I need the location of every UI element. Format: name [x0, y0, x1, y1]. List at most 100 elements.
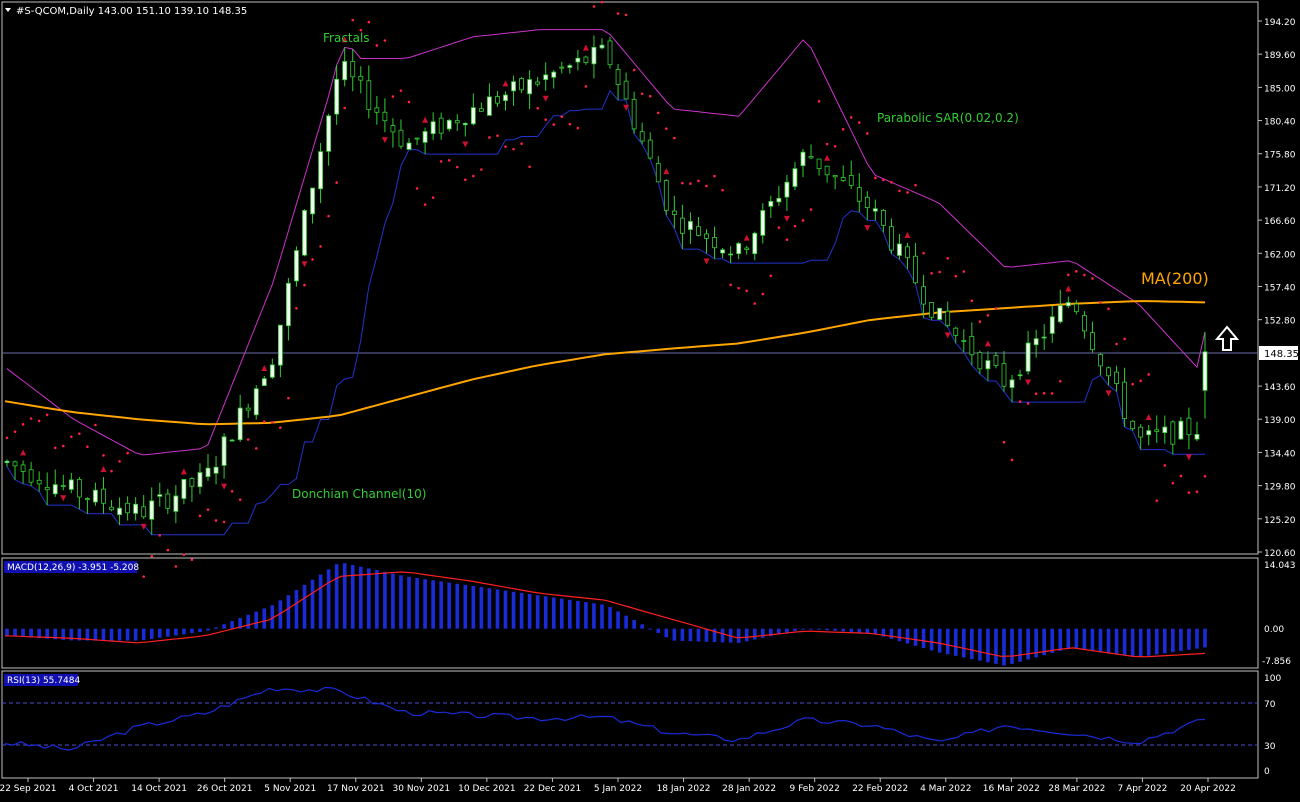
sar-dot: [375, 44, 379, 47]
candle-body: [52, 484, 58, 495]
candle-body: [478, 108, 484, 112]
price-tick-label: 162.00: [1264, 250, 1296, 260]
candle-body: [599, 44, 605, 49]
candlesticks: [4, 35, 1208, 535]
sar-dot: [351, 18, 355, 22]
macd-bar: [222, 624, 226, 629]
sar-dot: [343, 106, 346, 110]
sar-dot: [592, 5, 596, 8]
macd-bar: [865, 628, 870, 634]
macd-bar: [318, 574, 323, 629]
sar-dot: [890, 181, 893, 184]
macd-bar: [632, 620, 636, 629]
candle-body: [840, 177, 846, 181]
sar-dot: [1163, 464, 1167, 467]
candle-body: [993, 355, 999, 366]
macd-bar: [286, 595, 291, 629]
up-arrow-icon: [1214, 325, 1240, 351]
sar-dot: [383, 39, 387, 42]
candle-body: [591, 46, 597, 65]
candle-body: [744, 247, 750, 250]
macd-bar: [1122, 628, 1127, 656]
candle-body: [535, 81, 541, 85]
sar-dot: [1010, 458, 1014, 462]
candle-body: [607, 40, 613, 66]
sar-dot: [721, 188, 724, 192]
candle-body: [422, 131, 428, 143]
fractal-down-marker: [60, 495, 67, 502]
candle-body: [945, 310, 951, 326]
sar-dot: [61, 444, 65, 448]
chart-canvas[interactable]: #S-QCOM,Daily 143.00 151.10 139.10 148.3…: [0, 0, 1300, 798]
macd-bar: [801, 628, 805, 630]
sar-dot: [1026, 402, 1030, 405]
candle-body: [832, 175, 838, 178]
macd-bar: [961, 628, 966, 658]
sar-dot: [271, 421, 274, 424]
sar-dot: [29, 417, 33, 420]
parabolic-sar-label: Parabolic SAR(0.02,0.2): [877, 111, 1019, 125]
sar-dot: [1058, 379, 1062, 383]
macd-bar: [1138, 628, 1143, 657]
sar-dot: [230, 489, 234, 493]
macd-bar: [214, 627, 218, 629]
macd-bar: [1066, 628, 1071, 649]
candle-body: [1065, 302, 1071, 307]
macd-bar: [1195, 628, 1199, 649]
macd-bar: [350, 564, 355, 629]
macd-bar: [495, 589, 500, 629]
price-tick-label: 180.40: [1264, 118, 1296, 128]
price-tick-label: 139.00: [1264, 416, 1296, 426]
macd-bar: [1179, 628, 1183, 651]
macd-bar: [487, 588, 492, 629]
sar-dot: [1050, 392, 1054, 395]
sar-dot: [504, 145, 507, 148]
sar-dot: [174, 565, 178, 568]
candle-body: [85, 498, 90, 500]
macd-bar: [1114, 628, 1119, 655]
candle-body: [752, 232, 758, 255]
sar-dot: [705, 184, 708, 188]
sar-dot: [150, 555, 154, 558]
donchian-upper: [6, 29, 1206, 456]
candle-body: [165, 493, 171, 509]
macd-bar: [535, 595, 540, 629]
candle-body: [671, 210, 677, 215]
macd-bar: [1154, 628, 1159, 655]
macd-bar: [455, 583, 460, 629]
candle-body: [1130, 420, 1136, 430]
macd-bar: [1018, 628, 1022, 662]
macd-bar: [21, 628, 25, 637]
sar-dot: [729, 283, 732, 287]
candle-body: [213, 466, 219, 474]
sar-dot: [1131, 382, 1134, 386]
candle-body: [342, 61, 348, 81]
candle-body: [109, 506, 114, 511]
sar-dot: [930, 271, 933, 275]
macd-bar: [760, 628, 765, 638]
macd-bar: [978, 628, 982, 661]
fractal-up-marker: [582, 44, 589, 51]
macd-bar: [141, 628, 146, 641]
candle-body: [639, 131, 645, 142]
sar-dot: [1018, 400, 1022, 403]
sar-dot: [866, 132, 869, 135]
candle-body: [205, 467, 211, 477]
macd-bar: [246, 614, 251, 629]
sar-dot: [656, 111, 660, 115]
candle-body: [277, 324, 283, 366]
candle-body: [720, 249, 725, 254]
sar-dot: [1107, 307, 1110, 311]
macd-bar: [262, 608, 267, 629]
candle-body: [1122, 381, 1127, 419]
symbol-header: #S-QCOM,Daily 143.00 151.10 139.10 148.3…: [16, 6, 247, 17]
date-tick-label: 28 Jan 2022: [722, 784, 776, 794]
candle-body: [446, 119, 452, 130]
sar-dot: [1187, 491, 1191, 494]
macd-bar: [133, 628, 138, 641]
sar-dot: [681, 181, 684, 185]
menu-arrow-icon[interactable]: [5, 8, 11, 12]
sar-dot: [94, 423, 97, 427]
sar-dot: [21, 423, 25, 426]
sar-dot: [1195, 490, 1199, 494]
